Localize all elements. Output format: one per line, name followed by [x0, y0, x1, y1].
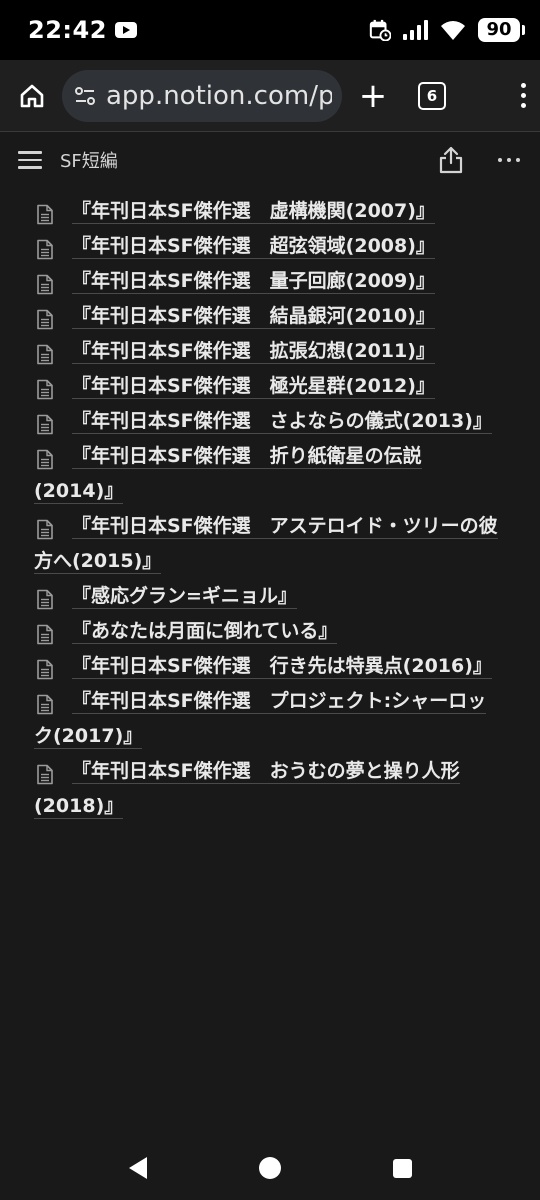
page-link-item[interactable]: 『年刊日本SF傑作選 さよならの儀式(2013)』	[0, 404, 540, 439]
page-link-title[interactable]: 『あなたは月面に倒れている』	[72, 620, 338, 644]
address-bar[interactable]: app.notion.com/p/S	[62, 69, 342, 122]
page-link-item[interactable]: 『年刊日本SF傑作選 超弦領域(2008)』	[0, 229, 540, 264]
status-bar: 22:42 90	[0, 0, 540, 60]
calendar-alarm-icon	[369, 19, 391, 41]
new-tab-icon[interactable]: +	[356, 79, 390, 113]
recents-icon[interactable]	[392, 1158, 412, 1178]
document-icon	[36, 587, 54, 610]
document-icon	[36, 447, 54, 470]
page-link-title[interactable]: 『年刊日本SF傑作選 おうむの夢と操り人形(2018)』	[34, 760, 460, 819]
page-link-item[interactable]: 『年刊日本SF傑作選 極光星群(2012)』	[0, 369, 540, 404]
share-icon[interactable]	[438, 146, 464, 174]
page-link-title[interactable]: 『年刊日本SF傑作選 超弦領域(2008)』	[72, 235, 435, 259]
youtube-notification-icon	[114, 22, 137, 38]
page-link-title[interactable]: 『年刊日本SF傑作選 虚構機関(2007)』	[72, 200, 435, 224]
browser-menu-icon[interactable]	[518, 83, 528, 108]
page-link-title[interactable]: 『年刊日本SF傑作選 さよならの儀式(2013)』	[72, 410, 492, 434]
page-link-title[interactable]: 『年刊日本SF傑作選 結晶銀河(2010)』	[72, 305, 435, 329]
page-link-item[interactable]: 『感応グラン=ギニョル』	[0, 579, 540, 614]
document-icon	[36, 622, 54, 645]
page-link-item[interactable]: 『年刊日本SF傑作選 拡張幻想(2011)』	[0, 334, 540, 369]
page-link-title[interactable]: 『年刊日本SF傑作選 プロジェクト:シャーロック(2017)』	[34, 690, 487, 749]
page-link-item[interactable]: 『年刊日本SF傑作選 量子回廊(2009)』	[0, 264, 540, 299]
tab-switcher-button[interactable]: 6	[418, 81, 446, 110]
site-settings-icon[interactable]	[72, 83, 98, 109]
more-options-icon[interactable]	[498, 158, 520, 162]
page-link-title[interactable]: 『年刊日本SF傑作選 量子回廊(2009)』	[72, 270, 435, 294]
page-link-item[interactable]: 『年刊日本SF傑作選 折り紙衛星の伝説(2014)』	[0, 439, 540, 509]
document-icon	[36, 237, 54, 260]
document-icon	[36, 202, 54, 225]
home-icon[interactable]	[14, 78, 50, 114]
page-link-item[interactable]: 『あなたは月面に倒れている』	[0, 614, 540, 649]
page-link-item[interactable]: 『年刊日本SF傑作選 プロジェクト:シャーロック(2017)』	[0, 684, 540, 754]
android-nav-bar	[0, 1136, 540, 1200]
notion-topbar: SF短編	[0, 132, 540, 188]
page-title[interactable]: SF短編	[60, 147, 118, 173]
document-icon	[36, 412, 54, 435]
page-link-item[interactable]: 『年刊日本SF傑作選 行き先は特異点(2016)』	[0, 649, 540, 684]
page-link-title[interactable]: 『感応グラン=ギニョル』	[72, 585, 297, 609]
page-link-item[interactable]: 『年刊日本SF傑作選 アステロイド・ツリーの彼方へ(2015)』	[0, 509, 540, 579]
page-link-title[interactable]: 『年刊日本SF傑作選 拡張幻想(2011)』	[72, 340, 435, 364]
page-link-item[interactable]: 『年刊日本SF傑作選 虚構機関(2007)』	[0, 194, 540, 229]
page-link-title[interactable]: 『年刊日本SF傑作選 折り紙衛星の伝説(2014)』	[34, 445, 422, 504]
subpage-list: 『年刊日本SF傑作選 虚構機関(2007)』 『年刊日本SF傑作選 超弦領域(20…	[0, 188, 540, 824]
document-icon	[36, 342, 54, 365]
signal-icon	[403, 20, 428, 40]
sidebar-menu-icon[interactable]	[18, 151, 42, 169]
page-link-title[interactable]: 『年刊日本SF傑作選 アステロイド・ツリーの彼方へ(2015)』	[34, 515, 498, 574]
document-icon	[36, 307, 54, 330]
document-icon	[36, 657, 54, 680]
document-icon	[36, 272, 54, 295]
page-link-item[interactable]: 『年刊日本SF傑作選 おうむの夢と操り人形(2018)』	[0, 754, 540, 824]
url-text[interactable]: app.notion.com/p/S	[106, 81, 332, 111]
battery-icon: 90	[478, 18, 525, 42]
home-button-icon[interactable]	[258, 1157, 281, 1179]
browser-toolbar: app.notion.com/p/S + 6	[0, 60, 540, 132]
document-icon	[36, 692, 54, 715]
document-icon	[36, 517, 54, 540]
document-icon	[36, 377, 54, 400]
page-link-title[interactable]: 『年刊日本SF傑作選 極光星群(2012)』	[72, 375, 435, 399]
document-icon	[36, 762, 54, 785]
page-link-title[interactable]: 『年刊日本SF傑作選 行き先は特異点(2016)』	[72, 655, 492, 679]
status-icons: 90	[369, 18, 525, 42]
wifi-icon	[441, 21, 465, 40]
back-icon[interactable]	[128, 1157, 147, 1179]
status-time: 22:42	[28, 16, 107, 44]
page-link-item[interactable]: 『年刊日本SF傑作選 結晶銀河(2010)』	[0, 299, 540, 334]
